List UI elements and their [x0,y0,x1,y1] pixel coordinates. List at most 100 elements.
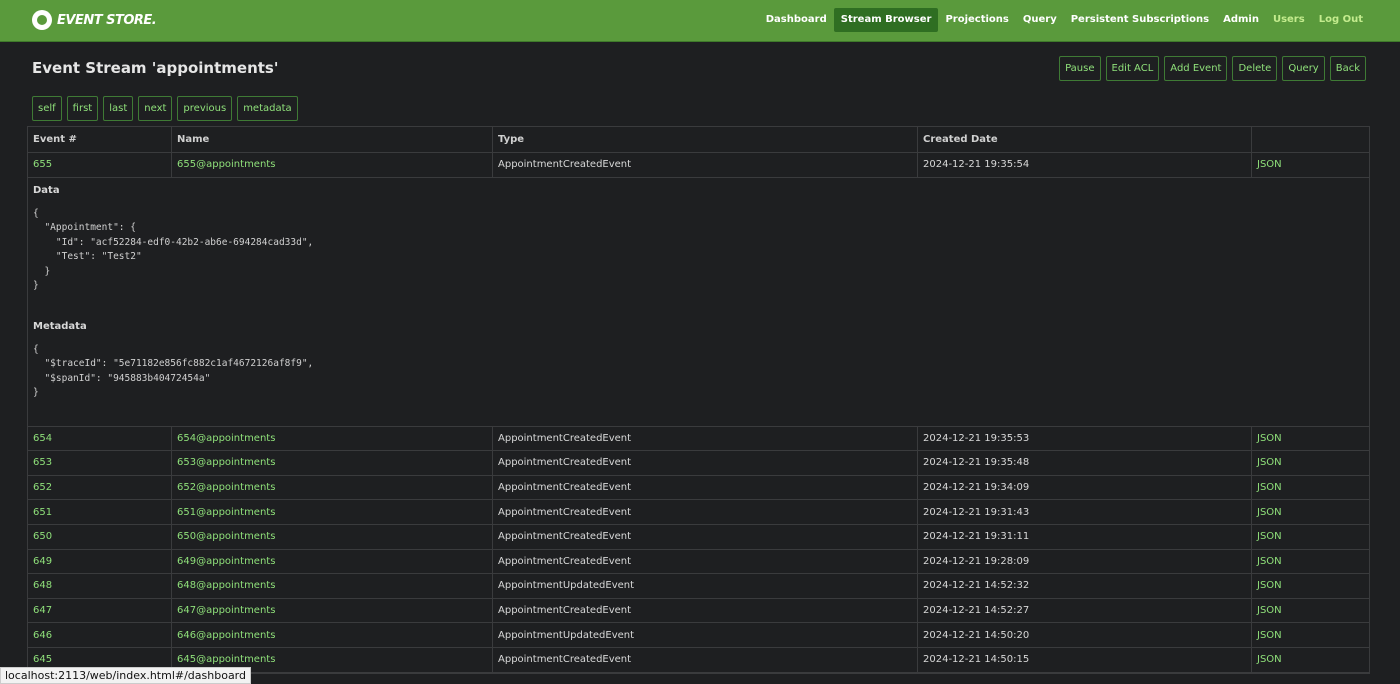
event-number-link[interactable]: 648 [28,574,172,598]
header-name: Name [172,127,493,152]
brand-logo[interactable]: EVENT STORE. [32,9,157,31]
event-name-link[interactable]: 647@appointments [172,598,493,623]
top-navbar: EVENT STORE. Dashboard Stream Browser Pr… [0,0,1400,42]
event-created-date: 2024-12-21 19:35:53 [918,426,1252,451]
event-name-link[interactable]: 646@appointments [172,623,493,647]
event-name-link[interactable]: 652@appointments [172,475,493,500]
nav-users[interactable]: Users [1266,8,1312,32]
event-type: AppointmentUpdatedEvent [493,623,918,647]
event-created-date: 2024-12-21 14:52:27 [918,598,1252,623]
event-number-link[interactable]: 652 [28,475,172,500]
event-json-link[interactable]: JSON [1252,500,1369,524]
event-data-json: { "Appointment": { "Id": "acf52284-edf0-… [33,207,314,292]
nav-log-out[interactable]: Log Out [1312,8,1370,32]
previous-link-button[interactable]: previous [177,96,233,121]
data-label: Data [33,184,60,196]
event-number-link[interactable]: 647 [28,598,172,623]
event-number-link[interactable]: 653 [28,451,172,475]
back-button[interactable]: Back [1329,56,1366,81]
header-type: Type [493,127,918,152]
nav-admin[interactable]: Admin [1216,8,1266,32]
table-row: 648 648@appointments AppointmentUpdatedEve… [28,574,1369,599]
header-created-date: Created Date [918,127,1252,152]
stream-actions: Pause Edit ACL Add Event Delete Query Ba… [1059,56,1366,81]
events-table: Event # Name Type Created Date 655 655@ap… [27,126,1370,674]
event-type: AppointmentCreatedEvent [493,475,918,500]
event-name-link[interactable]: 650@appointments [172,524,493,549]
event-created-date: 2024-12-21 14:50:15 [918,647,1252,672]
next-link-button[interactable]: next [138,96,173,121]
event-name-link[interactable]: 648@appointments [172,574,493,598]
table-row: 649 649@appointments AppointmentCreatedEve… [28,549,1369,575]
event-type: AppointmentCreatedEvent [493,153,918,177]
nav-stream-browser[interactable]: Stream Browser [833,8,939,32]
event-json-link[interactable]: JSON [1252,550,1369,574]
event-json-link[interactable]: JSON [1252,153,1369,177]
nav-query[interactable]: Query [1016,8,1064,32]
table-row: 650 650@appointments AppointmentCreatedEve… [28,524,1369,550]
last-link-button[interactable]: last [103,96,134,121]
browser-status-url: localhost:2113/web/index.html#/dashboard [0,667,251,684]
event-json-link[interactable]: JSON [1252,476,1369,500]
nav-dashboard[interactable]: Dashboard [759,8,834,32]
event-number-link[interactable]: 646 [28,623,172,647]
event-name-link[interactable]: 655@appointments [172,153,493,177]
header-event-number: Event # [28,127,172,152]
header-actions [1252,127,1369,152]
edit-acl-button[interactable]: Edit ACL [1105,56,1160,81]
event-number-link[interactable]: 655 [28,153,172,177]
event-detail-panel: Data { "Appointment": { "Id": "acf52284-… [28,178,1369,427]
main-nav: Dashboard Stream Browser Projections Que… [759,8,1370,32]
event-store-logo-icon [32,10,52,30]
event-number-link[interactable]: 649 [28,549,172,574]
delete-button[interactable]: Delete [1232,56,1278,81]
table-row: 655 655@appointments AppointmentCreatedEve… [28,153,1369,178]
event-name-link[interactable]: 654@appointments [172,426,493,451]
event-created-date: 2024-12-21 14:52:32 [918,574,1252,598]
event-created-date: 2024-12-21 19:34:09 [918,475,1252,500]
event-type: AppointmentCreatedEvent [493,549,918,574]
event-type: AppointmentUpdatedEvent [493,574,918,598]
table-row: 646 646@appointments AppointmentUpdatedEve… [28,623,1369,648]
event-type: AppointmentCreatedEvent [493,598,918,623]
event-metadata-json: { "$traceId": "5e71182e856fc882c1af46721… [33,343,314,399]
table-row: 652 652@appointments AppointmentCreatedEve… [28,475,1369,501]
table-header: Event # Name Type Created Date [28,127,1369,153]
table-row: 653 653@appointments AppointmentCreatedEve… [28,451,1369,476]
event-number-link[interactable]: 654 [28,426,172,451]
event-json-link[interactable]: JSON [1252,623,1369,647]
event-created-date: 2024-12-21 19:31:43 [918,500,1252,524]
event-name-link[interactable]: 653@appointments [172,451,493,475]
event-type: AppointmentCreatedEvent [493,451,918,475]
metadata-label: Metadata [33,320,87,332]
event-json-link[interactable]: JSON [1252,599,1369,623]
table-row: 651 651@appointments AppointmentCreatedEve… [28,500,1369,525]
nav-persistent-subscriptions[interactable]: Persistent Subscriptions [1064,8,1216,32]
event-json-link[interactable]: JSON [1252,648,1369,672]
first-link-button[interactable]: first [66,96,99,121]
page-title: Event Stream 'appointments' [32,59,279,77]
query-button[interactable]: Query [1282,56,1325,81]
event-number-link[interactable]: 651 [28,500,172,524]
event-json-link[interactable]: JSON [1252,451,1369,475]
event-json-link[interactable]: JSON [1252,427,1369,451]
event-created-date: 2024-12-21 14:50:20 [918,623,1252,647]
metadata-link-button[interactable]: metadata [237,96,298,121]
nav-projections[interactable]: Projections [938,8,1015,32]
paging-links: self first last next previous metadata [32,96,298,121]
add-event-button[interactable]: Add Event [1164,56,1228,81]
event-json-link[interactable]: JSON [1252,574,1369,598]
event-created-date: 2024-12-21 19:35:54 [918,153,1252,177]
event-json-link[interactable]: JSON [1252,525,1369,549]
table-row: 647 647@appointments AppointmentCreatedEve… [28,598,1369,624]
event-created-date: 2024-12-21 19:28:09 [918,549,1252,574]
event-name-link[interactable]: 651@appointments [172,500,493,524]
event-type: AppointmentCreatedEvent [493,524,918,549]
event-type: AppointmentCreatedEvent [493,426,918,451]
event-number-link[interactable]: 650 [28,524,172,549]
pause-button[interactable]: Pause [1059,56,1101,81]
event-name-link[interactable]: 649@appointments [172,549,493,574]
event-type: AppointmentCreatedEvent [493,647,918,672]
table-row: 654 654@appointments AppointmentCreatedEve… [28,426,1369,452]
self-link-button[interactable]: self [32,96,62,121]
